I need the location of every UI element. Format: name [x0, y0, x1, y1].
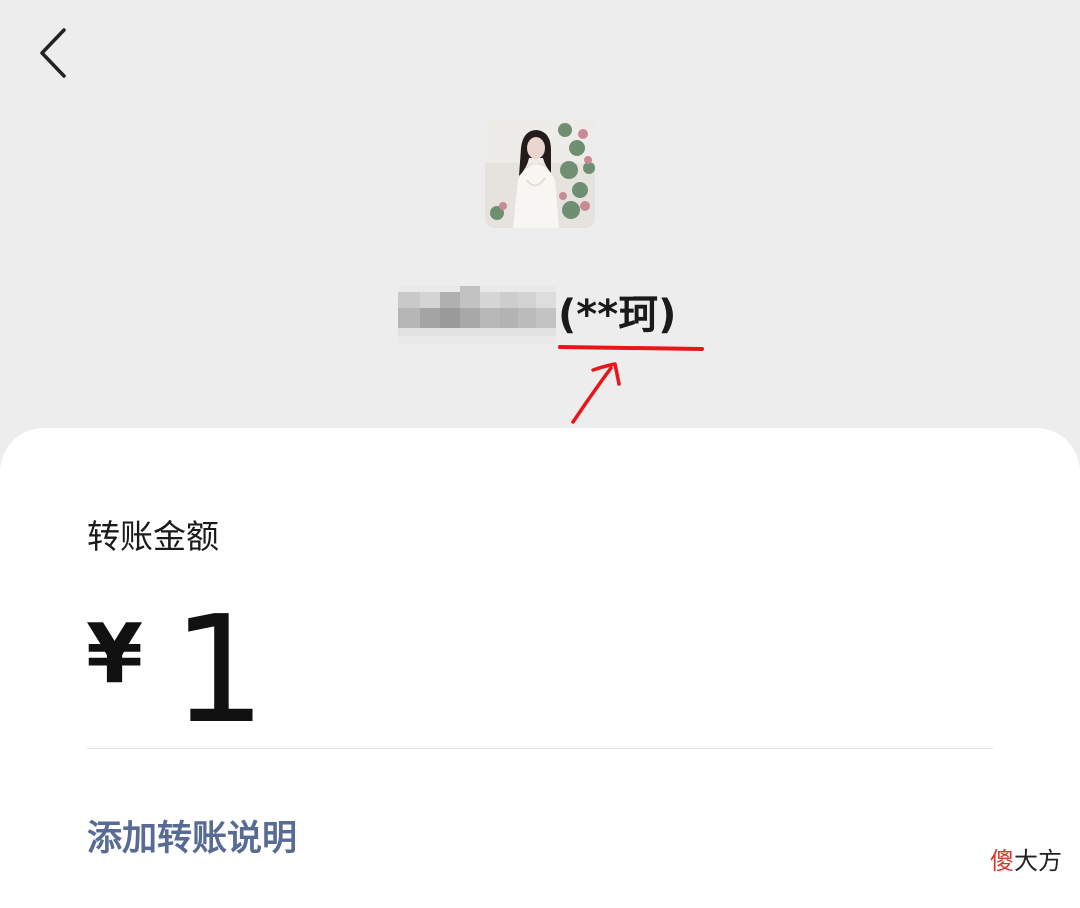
watermark-accent-char: 傻 [990, 847, 1014, 875]
blurred-name-mosaic [398, 286, 556, 344]
back-button[interactable] [30, 22, 80, 82]
amount-divider [87, 748, 993, 749]
payee-name-row: (**珂) [0, 282, 1080, 352]
currency-symbol: ¥ [86, 607, 144, 702]
add-transfer-note-link[interactable]: 添加转账说明 [87, 815, 297, 863]
back-chevron-icon [40, 28, 66, 78]
payee-masked-name: (**珂) [558, 292, 677, 338]
amount-input[interactable]: 1 [172, 590, 266, 750]
watermark: 傻大方 [990, 846, 1062, 876]
red-underline-arrow-annotation [558, 345, 704, 424]
transfer-amount-label: 转账金额 [87, 517, 219, 556]
payee-avatar [485, 118, 595, 228]
watermark-text: 大方 [1014, 847, 1062, 875]
